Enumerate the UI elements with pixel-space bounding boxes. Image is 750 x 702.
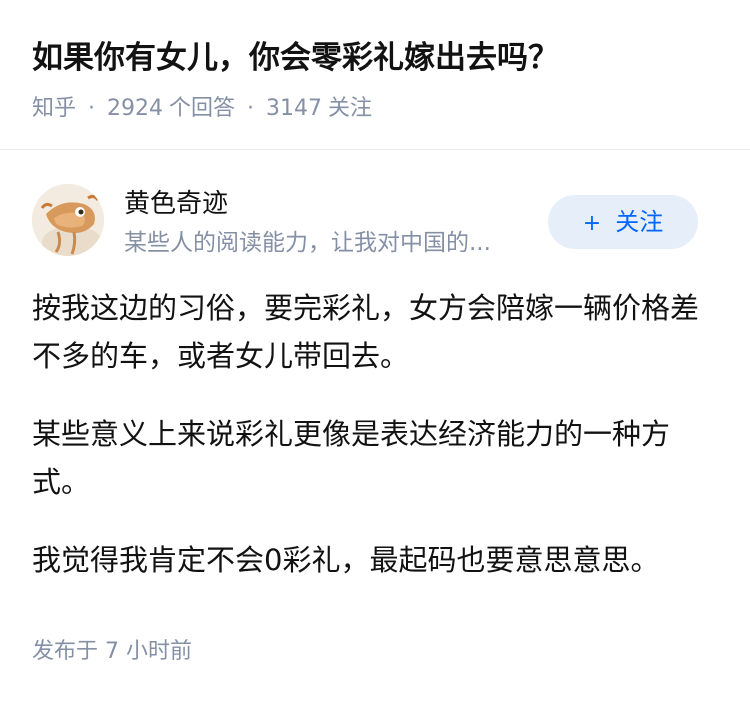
avatar[interactable] <box>32 184 104 256</box>
follow-button[interactable]: + 关注 <box>548 195 698 249</box>
avatar-image <box>32 184 104 256</box>
answer-paragraph: 按我这边的习俗，要完彩礼，女方会陪嫁一辆价格差不多的车，或者女儿带回去。 <box>32 291 700 373</box>
question-meta: 知乎 · 2924 个回答 · 3147 关注 <box>32 92 372 126</box>
publish-time-value: 7 小时前 <box>105 639 193 664</box>
separator-dot: · <box>247 96 255 121</box>
author-name[interactable]: 黄色奇迹 <box>124 186 228 222</box>
answer-count-label: 个回答 <box>169 96 236 121</box>
follow-button-label: 关注 <box>615 208 664 236</box>
answer-paragraph: 某些意义上来说彩礼更像是表达经济能力的一种方式。 <box>32 417 671 499</box>
separator-dot: · <box>88 96 96 121</box>
question-title[interactable]: 如果你有女儿，你会零彩礼嫁出去吗？ <box>32 36 559 80</box>
author-bio: 某些人的阅读能力，让我对中国的... <box>124 230 491 256</box>
follower-count-label: 关注 <box>328 96 373 121</box>
publish-label: 发布于 <box>32 639 99 664</box>
author-info: 黄色奇迹 某些人的阅读能力，让我对中国的... + 关注 <box>0 180 750 264</box>
follower-count: 3147 <box>266 96 323 121</box>
question-header: 如果你有女儿，你会零彩礼嫁出去吗？ 知乎 · 2924 个回答 · 3147 关注 <box>0 0 750 150</box>
answer-content: 按我这边的习俗，要完彩礼，女方会陪嫁一辆价格差不多的车，或者女儿带回去。 某些意… <box>32 284 712 614</box>
plus-icon: + <box>582 211 602 236</box>
answer-count: 2924 <box>107 96 164 121</box>
source-label[interactable]: 知乎 <box>32 96 76 121</box>
answer-paragraph: 我觉得我肯定不会0彩礼，最起码也要意思意思。 <box>32 543 660 577</box>
publish-time: 发布于 7 小时前 <box>32 634 192 670</box>
